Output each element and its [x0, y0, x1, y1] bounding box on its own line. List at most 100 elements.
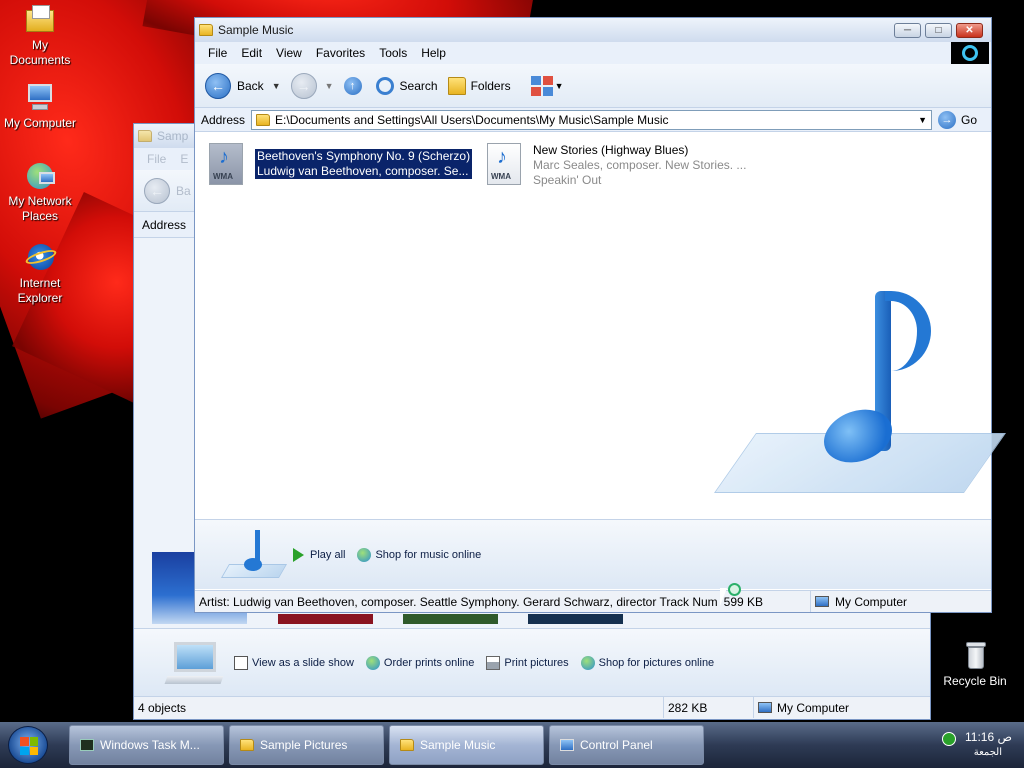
address-field[interactable]: E:\Documents and Settings\All Users\Docu…: [251, 109, 932, 130]
security-shield-icon[interactable]: [942, 732, 956, 746]
up-button[interactable]: ↑: [343, 76, 362, 95]
folder-icon: [400, 739, 414, 751]
thumbnail[interactable]: [528, 614, 623, 624]
print-pictures-link[interactable]: Print pictures: [486, 655, 569, 670]
file-details: Ludwig van Beethoven, composer. Se...: [255, 164, 473, 179]
play-all-link[interactable]: Play all: [293, 547, 346, 562]
taskbar-button-control-panel[interactable]: Control Panel: [549, 725, 704, 765]
taskbar-button-label: Sample Music: [420, 738, 496, 752]
chevron-down-icon[interactable]: ▼: [272, 81, 281, 91]
chevron-down-icon[interactable]: ▼: [325, 81, 334, 91]
taskbar: Windows Task M... Sample Pictures Sample…: [0, 722, 1024, 768]
music-folder-watermark-icon: [713, 283, 1007, 513]
printer-icon: [486, 655, 501, 670]
desktop-icon-recycle-bin[interactable]: Recycle Bin: [935, 640, 1015, 689]
start-button[interactable]: [8, 726, 48, 764]
folders-label: Folders: [470, 78, 511, 93]
menu-edit[interactable]: E: [180, 152, 188, 166]
menu-help[interactable]: Help: [421, 46, 446, 60]
taskbar-button-sample-music[interactable]: Sample Music: [389, 725, 544, 765]
go-arrow-icon: →: [937, 110, 956, 129]
sample-music-window[interactable]: Sample Music ─ □ ✕ File Edit View Favori…: [194, 17, 1007, 613]
toolbar: ← Back ▼ → ▼ ↑ Search Folders ▼: [195, 64, 991, 108]
views-icon: [530, 75, 553, 96]
desktop-icon-network-places[interactable]: My Network Places: [0, 160, 80, 224]
globe-icon: [580, 655, 595, 670]
desktop-icon-label: My Network Places: [8, 194, 72, 223]
folder-icon: [240, 739, 254, 751]
file-item[interactable]: ♪ WMA New Stories (Highway Blues) Marc S…: [487, 143, 777, 189]
folder-icon: [138, 130, 152, 142]
taskbar-button-label: Sample Pictures: [260, 738, 348, 752]
order-prints-link[interactable]: Order prints online: [365, 655, 474, 670]
shop-music-label: Shop for music online: [375, 548, 482, 561]
status-location-label: My Computer: [777, 700, 850, 715]
network-places-icon: [23, 160, 57, 192]
file-badge: WMA: [491, 172, 511, 181]
view-slideshow-link[interactable]: View as a slide show: [234, 655, 354, 670]
desktop-icon-internet-explorer[interactable]: Internet Explorer: [0, 242, 80, 306]
search-button[interactable]: Search: [375, 76, 438, 95]
taskbar-button-label: Control Panel: [580, 738, 653, 752]
menu-file[interactable]: File: [147, 152, 166, 166]
file-name: Beethoven's Symphony No. 9 (Scherzo): [255, 149, 473, 164]
window-title: Samp: [157, 129, 189, 143]
taskbar-button-task-manager[interactable]: Windows Task M...: [69, 725, 224, 765]
chevron-down-icon[interactable]: ▼: [918, 115, 927, 125]
views-button[interactable]: ▼: [530, 75, 564, 96]
globe-icon: [365, 655, 380, 670]
my-documents-icon: [23, 4, 57, 36]
status-size: 599 KB: [723, 594, 764, 609]
shop-pictures-link[interactable]: Shop for pictures online: [580, 655, 715, 670]
status-bar: 4 objects 282 KB My Computer: [134, 696, 930, 718]
menu-edit[interactable]: Edit: [241, 46, 262, 60]
print-pictures-label: Print pictures: [504, 656, 569, 669]
menu-view[interactable]: View: [276, 46, 302, 60]
thumbnail[interactable]: [403, 614, 498, 624]
desktop-icon-my-documents[interactable]: My Documents: [0, 4, 80, 68]
control-panel-icon: [560, 739, 574, 751]
desktop-icon-my-computer[interactable]: My Computer: [0, 82, 80, 131]
close-button[interactable]: ✕: [956, 22, 983, 38]
menu-tools[interactable]: Tools: [379, 46, 407, 60]
status-location: My Computer: [811, 591, 961, 612]
windows-logo-icon: [20, 737, 38, 755]
minimize-button[interactable]: ─: [894, 22, 921, 38]
address-label: Address: [142, 217, 187, 232]
clock-day: الجمعة: [973, 747, 1002, 758]
thumbnail[interactable]: [278, 614, 373, 624]
maximize-button[interactable]: □: [925, 22, 952, 38]
music-folder-icon: [220, 528, 288, 582]
file-name: New Stories (Highway Blues): [533, 143, 689, 157]
go-button[interactable]: → Go: [937, 110, 977, 129]
my-computer-icon: [23, 82, 57, 114]
play-all-label: Play all: [310, 548, 346, 561]
title-bar[interactable]: Sample Music ─ □ ✕: [195, 18, 991, 42]
folders-icon: [447, 76, 466, 95]
menu-bar: File Edit View Favorites Tools Help: [195, 42, 991, 64]
shop-pictures-label: Shop for pictures online: [598, 656, 715, 669]
shop-music-link[interactable]: Shop for music online: [357, 547, 482, 562]
picture-tasks-pane: View as a slide show Order prints online…: [134, 628, 930, 696]
forward-button[interactable]: → ▼: [290, 72, 334, 99]
file-item[interactable]: ♪ WMA Beethoven's Symphony No. 9 (Scherz…: [209, 143, 479, 189]
folders-button[interactable]: Folders: [447, 76, 511, 95]
back-arrow-icon[interactable]: ←: [144, 177, 170, 204]
status-size: 282 KB: [664, 697, 754, 718]
back-label[interactable]: Ba: [176, 184, 191, 198]
clock-time[interactable]: 11:16 ص: [965, 730, 1012, 744]
taskbar-button-sample-pictures[interactable]: Sample Pictures: [229, 725, 384, 765]
search-icon: [375, 76, 394, 95]
status-location-label: My Computer: [835, 594, 908, 609]
back-button[interactable]: ← Back ▼: [205, 72, 281, 99]
file-list: ♪ WMA Beethoven's Symphony No. 9 (Scherz…: [195, 133, 1007, 519]
recycle-bin-icon: [958, 640, 992, 672]
play-icon: [293, 547, 304, 562]
mouse-cursor-icon: [720, 588, 727, 606]
slideshow-monitor-icon: [164, 640, 224, 686]
desktop-icon-label: Internet Explorer: [17, 276, 63, 305]
menu-file[interactable]: File: [208, 46, 227, 60]
search-label: Search: [399, 78, 438, 93]
menu-favorites[interactable]: Favorites: [316, 46, 365, 60]
windows-throbber-icon: [951, 42, 989, 64]
